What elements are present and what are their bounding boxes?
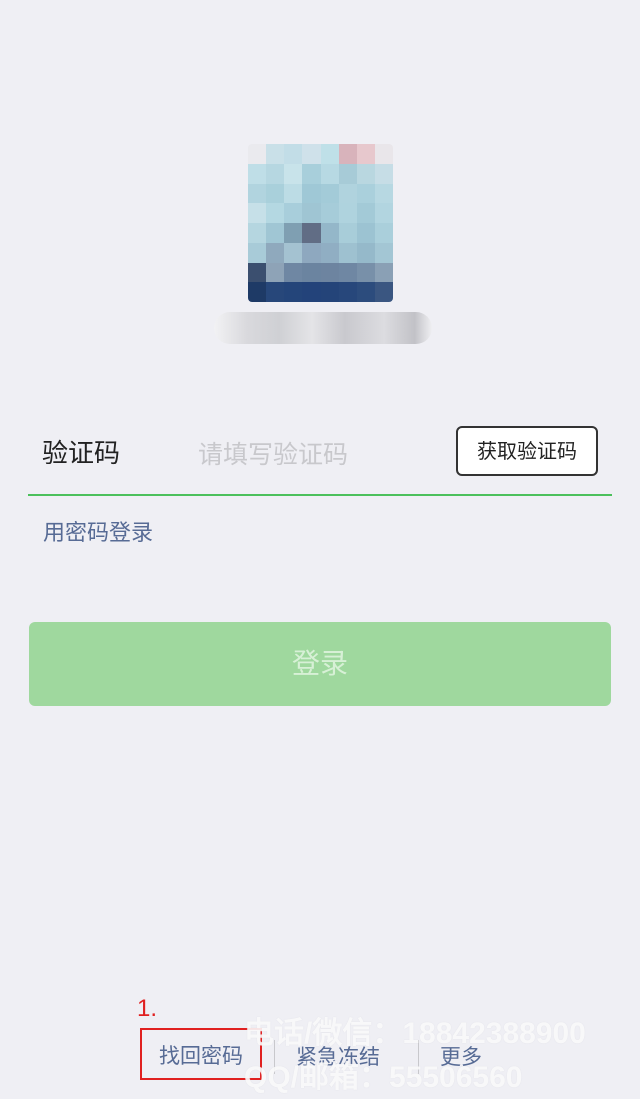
avatar-pixel bbox=[284, 163, 303, 184]
avatar-pixel bbox=[338, 223, 357, 243]
avatar-pixel bbox=[338, 144, 357, 164]
avatar-pixel bbox=[338, 242, 357, 263]
avatar-pixel bbox=[356, 163, 375, 184]
login-button[interactable]: 登录 bbox=[29, 622, 611, 706]
avatar-pixel bbox=[338, 282, 357, 302]
avatar-pixel bbox=[356, 144, 375, 164]
avatar-pixel bbox=[266, 282, 285, 302]
avatar-pixel bbox=[320, 203, 339, 223]
verification-code-label: 验证码 bbox=[42, 439, 121, 469]
avatar-pixel bbox=[284, 282, 303, 302]
avatar-pixel bbox=[302, 282, 321, 302]
avatar-pixel bbox=[374, 183, 393, 204]
avatar-pixel bbox=[248, 242, 267, 263]
avatar-pixel bbox=[374, 223, 393, 243]
avatar-pixel bbox=[266, 203, 285, 223]
avatar-pixel bbox=[320, 183, 339, 204]
verification-code-input[interactable] bbox=[198, 434, 438, 474]
avatar-pixel bbox=[266, 262, 285, 283]
avatar-pixel bbox=[248, 183, 267, 204]
avatar-pixel bbox=[320, 282, 339, 302]
avatar-pixel bbox=[284, 242, 303, 263]
avatar-pixel bbox=[248, 223, 267, 243]
avatar-pixel bbox=[320, 223, 339, 243]
watermark-contact-line-1: 电话/微信：18842388900 bbox=[244, 1017, 586, 1050]
avatar[interactable] bbox=[248, 144, 393, 302]
avatar-pixel bbox=[266, 144, 285, 164]
avatar-pixel bbox=[374, 282, 393, 302]
avatar-pixel bbox=[248, 163, 267, 184]
account-name-blurred bbox=[214, 312, 432, 344]
avatar-pixel bbox=[302, 183, 321, 204]
get-verification-code-button[interactable]: 获取验证码 bbox=[456, 426, 598, 476]
avatar-pixel bbox=[356, 183, 375, 204]
avatar-pixel bbox=[284, 262, 303, 283]
avatar-pixel bbox=[284, 203, 303, 223]
avatar-pixel bbox=[338, 163, 357, 184]
avatar-pixel bbox=[284, 223, 303, 243]
avatar-pixel bbox=[266, 163, 285, 184]
avatar-pixel bbox=[338, 183, 357, 204]
avatar-pixel bbox=[374, 163, 393, 184]
avatar-pixel bbox=[338, 262, 357, 283]
avatar-pixel bbox=[338, 203, 357, 223]
avatar-pixel bbox=[356, 223, 375, 243]
avatar-pixel bbox=[374, 242, 393, 263]
avatar-pixel bbox=[248, 282, 267, 302]
avatar-pixel bbox=[302, 163, 321, 184]
avatar-pixel bbox=[356, 203, 375, 223]
avatar-pixel bbox=[356, 262, 375, 283]
avatar-pixel bbox=[320, 242, 339, 263]
avatar-pixel bbox=[374, 203, 393, 223]
avatar-pixel bbox=[248, 262, 267, 283]
avatar-pixel bbox=[284, 144, 303, 164]
avatar-pixel bbox=[302, 242, 321, 263]
watermark-contact-line-2: QQ/邮箱：55506560 bbox=[244, 1061, 523, 1094]
avatar-pixel bbox=[356, 242, 375, 263]
avatar-pixel bbox=[248, 203, 267, 223]
verification-code-field-row: 验证码 获取验证码 bbox=[28, 420, 612, 496]
avatar-pixel bbox=[320, 144, 339, 164]
avatar-pixel bbox=[302, 223, 321, 243]
avatar-pixel bbox=[302, 262, 321, 283]
avatar-pixel bbox=[374, 262, 393, 283]
avatar-pixel bbox=[266, 242, 285, 263]
avatar-pixel bbox=[284, 183, 303, 204]
avatar-pixel bbox=[302, 203, 321, 223]
avatar-pixel bbox=[356, 282, 375, 302]
password-login-link[interactable]: 用密码登录 bbox=[43, 518, 153, 550]
avatar-pixel bbox=[266, 223, 285, 243]
avatar-pixel bbox=[302, 144, 321, 164]
avatar-pixel bbox=[248, 144, 267, 164]
annotation-step-number: 1. bbox=[137, 995, 158, 1022]
avatar-pixel bbox=[374, 144, 393, 164]
avatar-pixel bbox=[266, 183, 285, 204]
avatar-pixel bbox=[320, 262, 339, 283]
avatar-pixel bbox=[320, 163, 339, 184]
